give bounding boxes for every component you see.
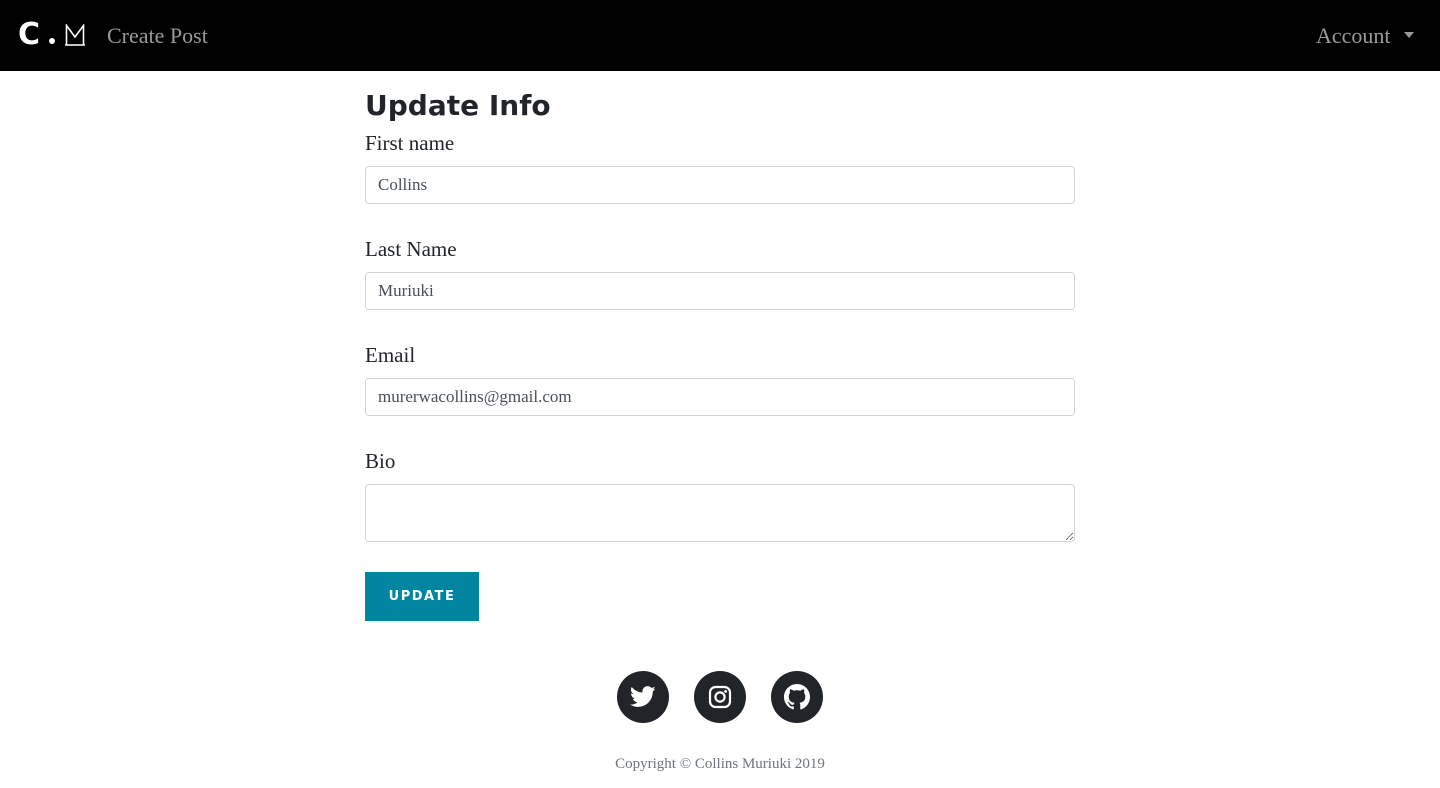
twitter-icon[interactable] <box>617 671 669 723</box>
last-name-field[interactable] <box>365 272 1075 310</box>
first-name-label: First name <box>365 131 455 155</box>
update-button[interactable]: UPDATE <box>365 572 479 621</box>
chevron-down-icon[interactable] <box>1404 32 1414 38</box>
bio-label: Bio <box>365 449 396 473</box>
copyright-text: Copyright © Collins Muriuki 2019 <box>615 756 825 772</box>
email-label: Email <box>365 343 416 367</box>
nav-account-dropdown[interactable]: Account <box>1316 22 1391 50</box>
bio-textarea[interactable] <box>365 484 1075 542</box>
nav-create-post-link[interactable]: Create Post <box>107 22 208 50</box>
last-name-label: Last Name <box>365 237 457 261</box>
brand-dot <box>49 38 56 44</box>
email-field[interactable] <box>365 378 1075 416</box>
brand-letter: C <box>18 17 41 52</box>
page-title: Update Info <box>365 89 551 122</box>
brand-logo[interactable]: C <box>18 17 86 52</box>
top-navbar: C Create Post Account <box>0 0 1440 71</box>
first-name-field[interactable] <box>365 166 1075 204</box>
github-icon[interactable] <box>771 671 823 723</box>
brand-m-glyph <box>65 24 86 46</box>
instagram-icon[interactable] <box>694 671 746 723</box>
